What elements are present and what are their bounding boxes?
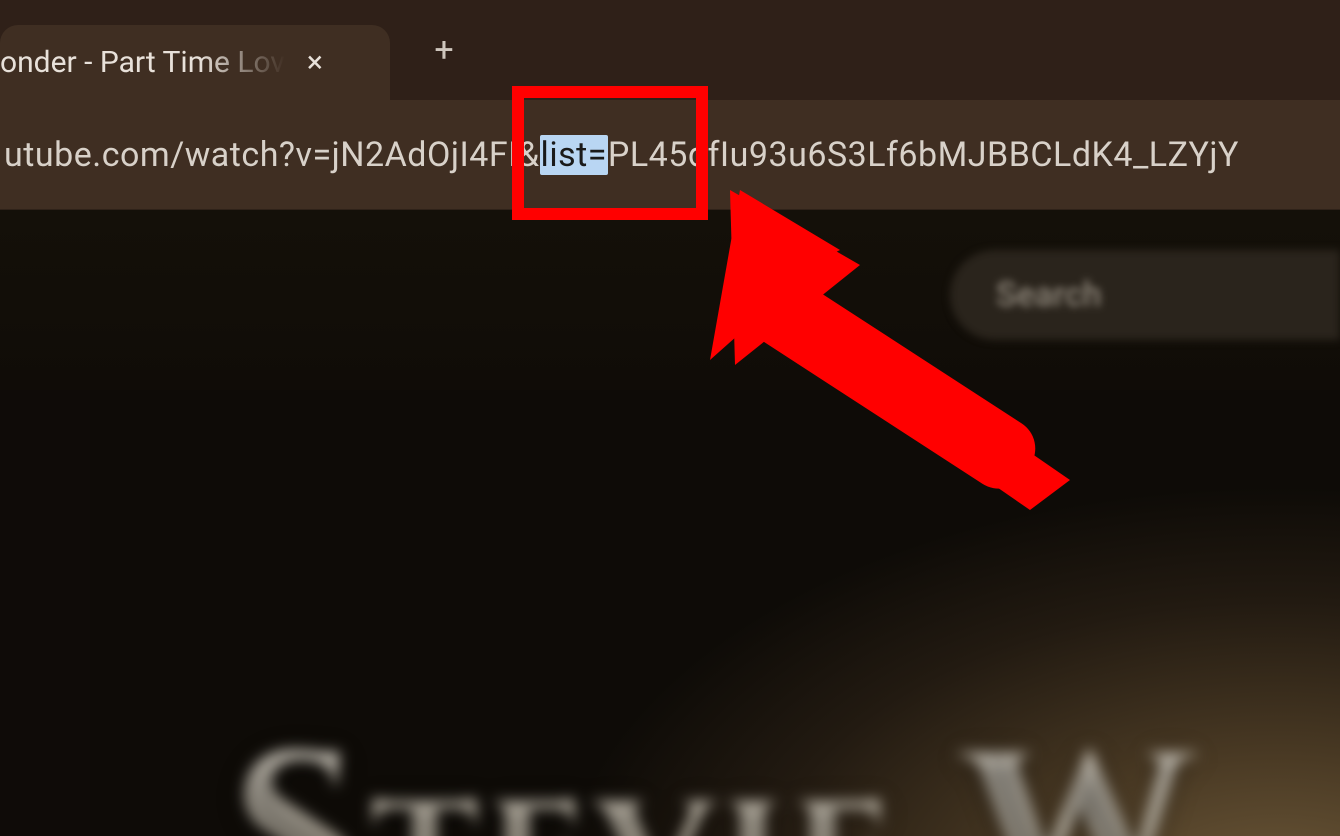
toolbar: utube.com/watch?v=jN2AdOjI4FI&list=PL45d… — [0, 100, 1340, 210]
tab-strip: onder - Part Time Lov × + — [0, 0, 1340, 100]
browser-window: onder - Part Time Lov × + utube.com/watc… — [0, 0, 1340, 836]
video-player-area[interactable]: Stevie W — [90, 390, 1340, 836]
site-header: Search — [0, 210, 1340, 390]
url-part-after: PL45dfIu93u6S3Lf6bMJBBCLdK4_LZYjY — [608, 135, 1239, 175]
search-input[interactable]: Search — [950, 250, 1340, 340]
search-placeholder: Search — [996, 275, 1101, 315]
page-viewport: Search Stevie W — [0, 210, 1340, 836]
close-tab-icon[interactable]: × — [297, 45, 333, 81]
url-part-selected: list= — [540, 135, 608, 175]
browser-tab-active[interactable]: onder - Part Time Lov × — [0, 25, 390, 100]
video-overlay-title: Stevie W — [230, 690, 1198, 836]
new-tab-button[interactable]: + — [424, 30, 464, 70]
address-bar[interactable]: utube.com/watch?v=jN2AdOjI4FI&list=PL45d… — [0, 120, 1340, 190]
url-part-before: utube.com/watch?v=jN2AdOjI4FI& — [4, 135, 540, 175]
tab-title: onder - Part Time Lov — [0, 45, 285, 80]
